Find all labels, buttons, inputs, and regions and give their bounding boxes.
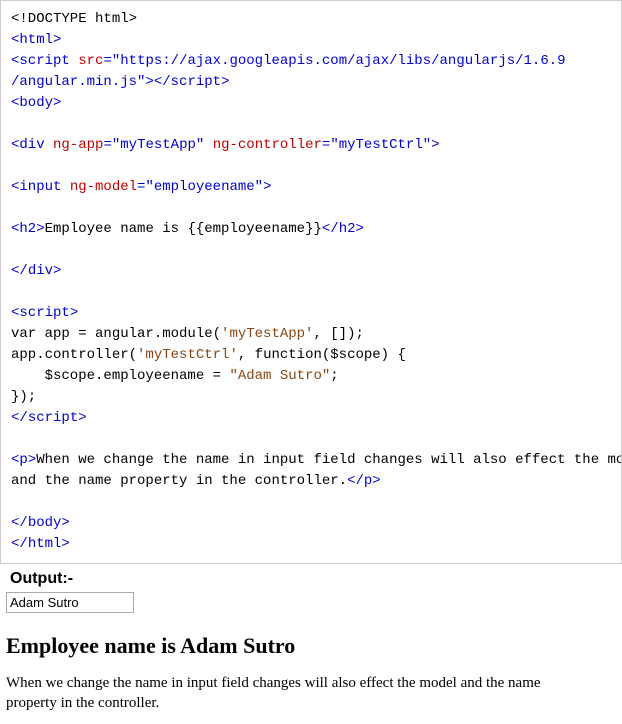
code-text: =	[103, 53, 111, 69]
code-text: , []);	[313, 326, 363, 342]
code-tag: >	[263, 179, 271, 195]
output-heading: Employee name is Adam Sutro	[6, 633, 622, 659]
code-text: Employee name is {{employeename}}	[45, 221, 322, 237]
code-text: var app = angular.module(	[11, 326, 221, 342]
code-text: });	[11, 389, 36, 405]
code-attr: ng-app	[53, 137, 103, 153]
code-text: and the name property in the controller.	[11, 473, 347, 489]
code-text: =	[103, 137, 111, 153]
code-tag: ></script>	[145, 74, 229, 90]
code-tag: <p>	[11, 452, 36, 468]
code-tag: </p>	[347, 473, 381, 489]
employee-name-input[interactable]	[6, 592, 134, 613]
code-tag: </body>	[11, 515, 70, 531]
code-attr: ng-model	[70, 179, 137, 195]
code-attr: ng-controller	[213, 137, 322, 153]
code-text: When we change the name in input field c…	[36, 452, 622, 468]
code-tag: <script>	[11, 305, 78, 321]
code-string: "employeename"	[145, 179, 263, 195]
code-tag: </div>	[11, 263, 61, 279]
code-tag: </script>	[11, 410, 87, 426]
code-tag: <div	[11, 137, 45, 153]
code-tag: <script	[11, 53, 70, 69]
code-string: "myTestApp"	[112, 137, 204, 153]
code-string: "Adam Sutro"	[229, 368, 330, 384]
code-tag: <html>	[11, 32, 61, 48]
code-text: , function($scope) {	[238, 347, 406, 363]
output-input-row	[6, 592, 622, 613]
code-text: ;	[330, 368, 338, 384]
code-text: <!DOCTYPE html>	[11, 11, 137, 27]
code-tag: </html>	[11, 536, 70, 552]
code-snippet-box: <!DOCTYPE html> <html> <script src="http…	[0, 0, 622, 564]
code-tag: </h2>	[322, 221, 364, 237]
code-string: "https://ajax.googleapis.com/ajax/libs/a…	[112, 53, 566, 69]
output-paragraph: When we change the name in input field c…	[6, 673, 592, 714]
code-attr: src	[78, 53, 103, 69]
code-string: /angular.min.js"	[11, 74, 145, 90]
code-string: "myTestCtrl"	[330, 137, 431, 153]
code-text: app.controller(	[11, 347, 137, 363]
code-string: 'myTestCtrl'	[137, 347, 238, 363]
code-tag: >	[431, 137, 439, 153]
code-tag: <body>	[11, 95, 61, 111]
code-tag: <h2>	[11, 221, 45, 237]
code-tag: <input	[11, 179, 61, 195]
code-string: 'myTestApp'	[221, 326, 313, 342]
output-label: Output:-	[0, 564, 622, 590]
code-text: $scope.employeename =	[11, 368, 229, 384]
